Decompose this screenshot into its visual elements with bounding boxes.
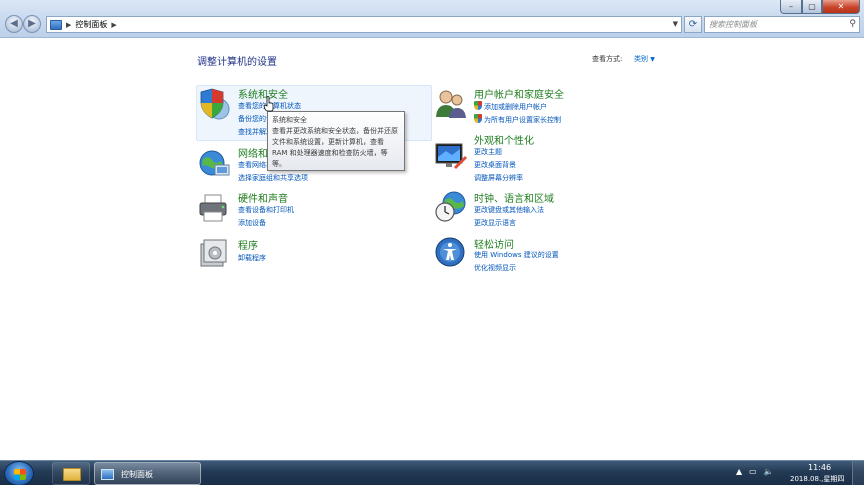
breadcrumb-arrow-icon[interactable]: ▶ xyxy=(111,21,116,29)
link-change-keyboard[interactable]: 更改键盘或其他输入法 xyxy=(474,205,544,215)
search-icon[interactable]: ⚲ xyxy=(849,19,856,29)
shield-icon[interactable] xyxy=(197,87,231,121)
category-programs-title[interactable]: 程序 xyxy=(238,237,258,252)
hand-cursor-icon xyxy=(263,96,274,112)
view-by-value: 类别 xyxy=(634,55,648,63)
refresh-button[interactable]: ⟳ xyxy=(684,16,702,33)
network-tray-icon[interactable]: ▭ xyxy=(749,467,757,476)
category-tooltip: 系统和安全 查看并更改系统和安全状态，备份并还原文件和系统设置，更新计算机，查看… xyxy=(267,111,405,171)
clock-time[interactable]: 11:46 xyxy=(808,463,831,472)
category-appearance-title[interactable]: 外观和个性化 xyxy=(474,132,534,147)
link-display-language[interactable]: 更改显示语言 xyxy=(474,218,516,228)
link-parental-controls[interactable]: 为所有用户设置家长控制 xyxy=(474,114,561,125)
volume-icon[interactable]: 🔈 xyxy=(764,467,774,476)
link-text: 添加或删除用户帐户 xyxy=(484,103,547,111)
link-add-remove-users[interactable]: 添加或删除用户帐户 xyxy=(474,101,547,112)
taskbar-window-label: 控制面板 xyxy=(121,470,153,479)
link-homegroup-sharing[interactable]: 选择家庭组和共享选项 xyxy=(238,173,308,183)
category-clock-language-title[interactable]: 时钟、语言和区域 xyxy=(474,190,554,205)
uac-shield-icon xyxy=(474,114,482,123)
search-input[interactable]: 搜索控制面板 ⚲ xyxy=(704,16,860,33)
control-panel-icon xyxy=(50,19,62,30)
taskbar: 控制面板 ▲ ▭ 🔈 11:46 2018.08.,星期四 xyxy=(0,460,864,485)
link-text: 为所有用户设置家长控制 xyxy=(484,116,561,124)
back-button[interactable]: ◀ xyxy=(5,15,23,33)
forward-button[interactable]: ▶ xyxy=(23,15,41,33)
chevron-down-icon: ▼ xyxy=(650,56,655,63)
appearance-icon[interactable] xyxy=(434,139,468,173)
close-button[interactable]: ✕ xyxy=(822,0,860,14)
uac-shield-icon xyxy=(474,101,482,110)
page-title: 调整计算机的设置 xyxy=(197,57,277,68)
back-arrow-icon: ◀ xyxy=(10,18,18,29)
windows-logo-icon xyxy=(14,469,26,480)
link-add-device[interactable]: 添加设备 xyxy=(238,218,266,228)
view-by-dropdown[interactable]: 类别 ▼ xyxy=(634,54,655,64)
programs-icon[interactable] xyxy=(197,236,231,270)
taskbar-control-panel-button[interactable]: 控制面板 xyxy=(94,462,201,485)
network-globe-icon[interactable] xyxy=(197,147,231,181)
tooltip-body: 查看并更改系统和安全状态，备份并还原文件和系统设置，更新计算机，查看 RAM 和… xyxy=(272,127,398,168)
start-button[interactable] xyxy=(4,461,34,485)
users-icon[interactable] xyxy=(434,87,468,121)
tray-expand-icon[interactable]: ▲ xyxy=(736,467,742,476)
address-bar[interactable]: ▶ 控制面板 ▶ ▼ xyxy=(46,16,682,33)
search-placeholder: 搜索控制面板 xyxy=(709,20,757,29)
window-controls: – ▢ ✕ xyxy=(780,0,860,14)
link-devices-printers[interactable]: 查看设备和打印机 xyxy=(238,205,294,215)
refresh-icon: ⟳ xyxy=(688,19,698,30)
link-change-background[interactable]: 更改桌面背景 xyxy=(474,160,516,170)
taskbar-explorer-button[interactable] xyxy=(52,462,90,485)
category-system-security-title[interactable]: 系统和安全 xyxy=(238,86,288,101)
view-by-label: 查看方式: xyxy=(592,55,623,63)
control-panel-content: 调整计算机的设置 查看方式: 类别 ▼ 系统和安全 查看您的计算机状态 备份您的… xyxy=(0,39,864,460)
tooltip-title: 系统和安全 xyxy=(272,116,307,124)
category-hardware-sound-title[interactable]: 硬件和声音 xyxy=(238,190,288,205)
ease-of-access-icon[interactable] xyxy=(434,236,468,270)
folder-icon xyxy=(63,468,81,481)
control-panel-icon xyxy=(101,469,114,480)
link-recommended-settings[interactable]: 使用 Windows 建议的设置 xyxy=(474,250,559,260)
breadcrumb-control-panel[interactable]: 控制面板 xyxy=(75,19,107,30)
clock-date[interactable]: 2018.08.,星期四 xyxy=(790,474,844,484)
link-change-theme[interactable]: 更改主题 xyxy=(474,147,502,157)
system-tray: ▲ ▭ 🔈 xyxy=(736,467,774,476)
clock-globe-icon[interactable] xyxy=(434,190,468,224)
show-desktop-button[interactable] xyxy=(852,461,864,485)
forward-arrow-icon: ▶ xyxy=(28,18,36,29)
printer-icon[interactable] xyxy=(197,192,231,226)
link-screen-resolution[interactable]: 调整屏幕分辨率 xyxy=(474,173,523,183)
minimize-button[interactable]: – xyxy=(780,0,802,14)
category-ease-of-access-title[interactable]: 轻松访问 xyxy=(474,236,514,251)
address-dropdown-icon[interactable]: ▼ xyxy=(673,20,678,28)
link-optimize-display[interactable]: 优化视频显示 xyxy=(474,263,516,273)
breadcrumb-arrow-icon[interactable]: ▶ xyxy=(66,21,71,29)
maximize-button[interactable]: ▢ xyxy=(802,0,822,14)
link-uninstall-program[interactable]: 卸载程序 xyxy=(238,253,266,263)
window-titlebar: ◀ ▶ ▶ 控制面板 ▶ ▼ ⟳ 搜索控制面板 ⚲ – ▢ ✕ xyxy=(0,0,864,38)
category-user-accounts-title[interactable]: 用户帐户和家庭安全 xyxy=(474,86,564,101)
